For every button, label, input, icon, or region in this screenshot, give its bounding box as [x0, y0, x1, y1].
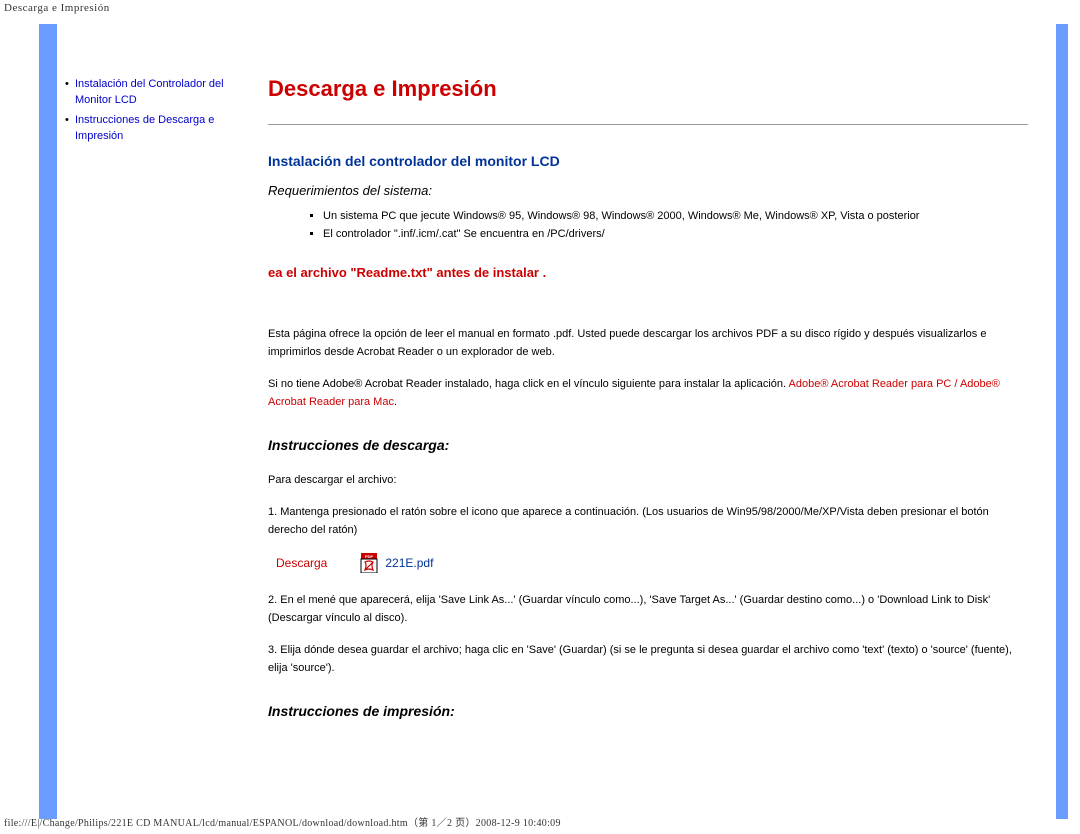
nav-item-install[interactable]: • Instalación del Controlador del Monito…: [65, 76, 255, 108]
requirement-item: Un sistema PC que jecute Windows® 95, Wi…: [323, 208, 1028, 225]
requirements-list: Un sistema PC que jecute Windows® 95, Wi…: [268, 208, 1028, 243]
download-label: Descarga: [276, 556, 327, 570]
download-step2: 2. En el mené que aparecerá, elija 'Save…: [268, 591, 1018, 627]
page-title: Descarga e Impresión: [268, 76, 1028, 102]
document-header: Descarga e Impresión: [4, 2, 110, 14]
nav-link-install[interactable]: Instalación del Controlador del Monitor …: [75, 76, 255, 108]
intro-paragraph-1: Esta página ofrece la opción de leer el …: [268, 325, 1018, 361]
download-step1: 1. Mantenga presionado el ratón sobre el…: [268, 503, 1018, 539]
download-row: Descarga PDF 221E.pdf: [276, 553, 1028, 573]
requirement-item: El controlador ".inf/.icm/.cat" Se encue…: [323, 226, 1028, 243]
side-nav: • Instalación del Controlador del Monito…: [65, 76, 255, 148]
divider: [268, 124, 1028, 125]
download-p1: Para descargar el archivo:: [268, 471, 1018, 489]
svg-text:PDF: PDF: [365, 554, 374, 559]
section-install-heading: Instalación del controlador del monitor …: [268, 153, 1028, 169]
readme-warning: ea el archivo "Readme.txt" antes de inst…: [268, 265, 1028, 280]
bullet-icon: •: [65, 112, 75, 144]
adobe-pc-link[interactable]: Adobe® Acrobat Reader para PC: [789, 378, 952, 390]
section-print-heading: Instrucciones de impresión:: [268, 703, 1028, 719]
bullet-icon: •: [65, 76, 75, 108]
download-step3: 3. Elija dónde desea guardar el archivo;…: [268, 641, 1018, 677]
adobe-sep: /: [951, 378, 960, 390]
nav-item-download[interactable]: • Instrucciones de Descarga e Impresión: [65, 112, 255, 144]
section-download-heading: Instrucciones de descarga:: [268, 437, 1028, 453]
nav-link-download[interactable]: Instrucciones de Descarga e Impresión: [75, 112, 255, 144]
footer-path: file:///E|/Change/Philips/221E CD MANUAL…: [4, 814, 561, 829]
intro-p2-end: .: [394, 396, 397, 408]
intro-p2-text: Si no tiene Adobe® Acrobat Reader instal…: [268, 378, 789, 390]
requirements-label: Requerimientos del sistema:: [268, 183, 1028, 198]
pdf-icon[interactable]: PDF: [359, 553, 379, 573]
main-content: Descarga e Impresión Instalación del con…: [268, 76, 1028, 737]
download-file-link[interactable]: 221E.pdf: [385, 556, 433, 570]
decor-left-stripe: [39, 24, 57, 819]
decor-right-stripe: [1056, 24, 1068, 819]
intro-paragraph-2: Si no tiene Adobe® Acrobat Reader instal…: [268, 375, 1018, 411]
